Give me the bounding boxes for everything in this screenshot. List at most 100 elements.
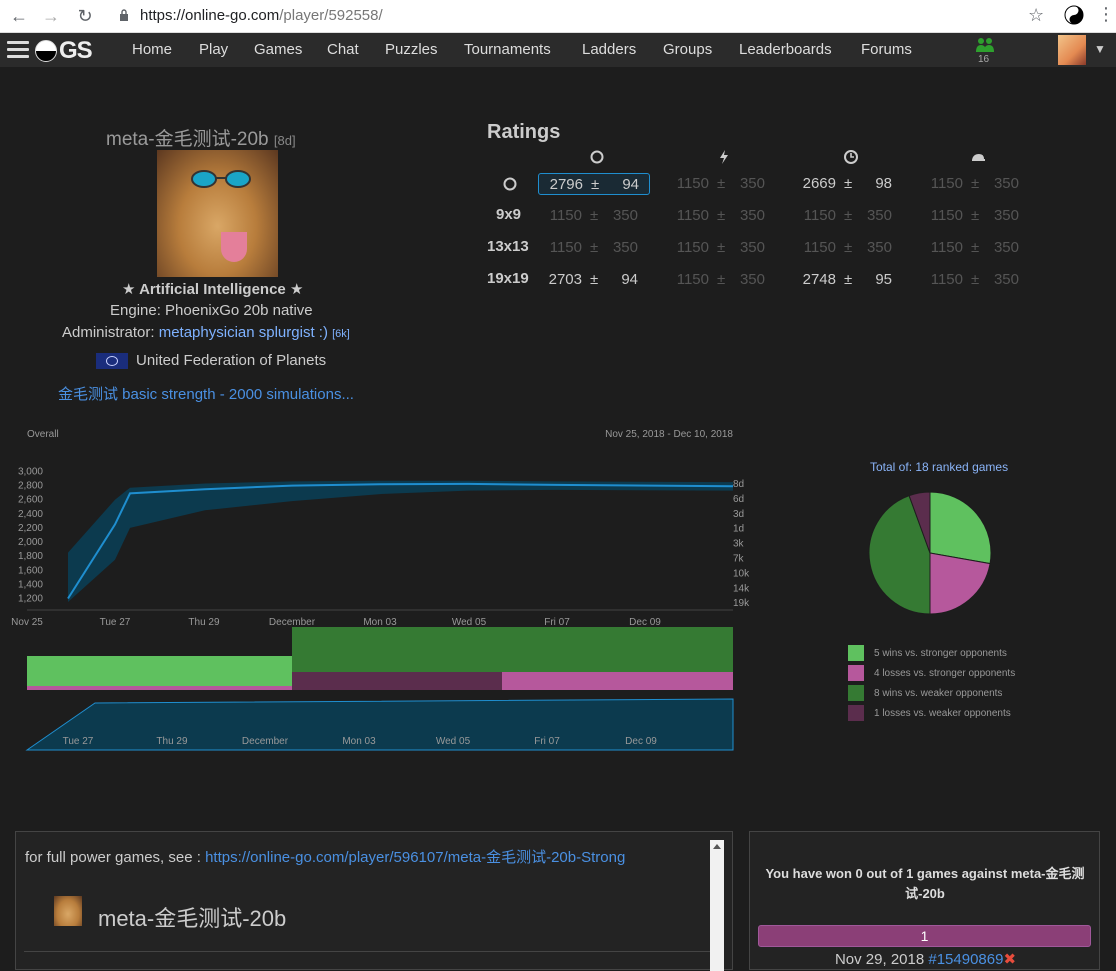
blitz-icon <box>720 150 728 164</box>
rating-cell[interactable]: 1150 ±350 <box>665 269 777 291</box>
plus-minus: ± <box>717 271 726 288</box>
nav-leaderboards[interactable]: Leaderboards <box>739 41 832 58</box>
administrator-info: Administrator: metaphysician splurgist :… <box>62 324 350 341</box>
x-tick-label: Thu 29 <box>188 617 220 628</box>
hamburger-menu-icon[interactable] <box>7 41 29 59</box>
losses-stronger-bar <box>27 686 292 690</box>
about-player-name: meta-金毛测试-20b <box>98 906 287 931</box>
plus-minus: ± <box>844 175 853 192</box>
chart-title: Overall <box>27 429 59 440</box>
rating-value: 2703 <box>548 271 582 288</box>
rating-cell[interactable]: 1150 ±350 <box>792 237 904 259</box>
chart-date-range: Nov 25, 2018 - Dec 10, 2018 <box>605 429 733 440</box>
rating-cell[interactable]: 1150 ±350 <box>665 237 777 259</box>
timeline-tick-label: December <box>242 736 289 747</box>
rating-cell[interactable]: 1150 ±350 <box>919 205 1031 227</box>
y-tick-label: 1,600 <box>18 565 43 576</box>
legend-swatch <box>848 705 864 721</box>
rating-value: 2748 <box>802 271 836 288</box>
nav-groups[interactable]: Groups <box>663 41 712 58</box>
losses-weaker-bar <box>292 672 502 690</box>
head-to-head-panel: You have won 0 out of 1 games against me… <box>749 831 1100 970</box>
y-tick-label: 3,000 <box>18 467 43 478</box>
ai-badge: ★ Artificial Intelligence ★ <box>122 281 304 298</box>
plus-minus: ± <box>971 271 980 288</box>
browser-menu-icon[interactable]: ⋮ <box>1097 4 1115 25</box>
user-avatar[interactable] <box>1058 35 1086 65</box>
rating-value: 2796 <box>549 176 583 193</box>
nav-ladders[interactable]: Ladders <box>582 41 636 58</box>
timeline-tick-label: Mon 03 <box>342 736 376 747</box>
rating-value: 1150 <box>549 239 582 256</box>
back-icon[interactable]: ← <box>8 5 30 27</box>
plus-minus: ± <box>590 207 599 224</box>
plus-minus: ± <box>844 239 853 256</box>
game-link[interactable]: #15490869 <box>928 951 1003 968</box>
dog-tongue <box>221 232 247 262</box>
nav-play[interactable]: Play <box>199 41 228 58</box>
rating-cell[interactable]: 1150 ±350 <box>919 237 1031 259</box>
rating-deviation: 98 <box>875 175 892 192</box>
forward-icon[interactable]: → <box>40 5 62 27</box>
friends-icon[interactable] <box>975 37 995 53</box>
rating-cell[interactable]: 1150 ±350 <box>538 205 650 227</box>
rating-value: 2669 <box>802 175 836 192</box>
rating-cell[interactable]: 2796 ±94 <box>538 173 650 195</box>
live-icon <box>844 150 858 164</box>
rating-deviation: 94 <box>622 176 639 193</box>
rating-cell[interactable]: 2669 ±98 <box>792 173 904 195</box>
scrollbar[interactable] <box>710 840 724 971</box>
rating-deviation: 350 <box>739 271 765 288</box>
rating-deviation: 350 <box>739 207 765 224</box>
chevron-down-icon[interactable]: ▼ <box>1094 42 1106 56</box>
friends-count: 16 <box>978 54 990 65</box>
nav-tournaments[interactable]: Tournaments <box>464 41 551 58</box>
rating-cell[interactable]: 1150 ±350 <box>919 269 1031 291</box>
rank-tick-label: 3d <box>733 509 744 520</box>
y-tick-label: 1,800 <box>18 551 43 562</box>
yin-yang-extension-icon[interactable] <box>1064 5 1084 25</box>
nav-puzzles[interactable]: Puzzles <box>385 41 438 58</box>
rating-cell[interactable]: 1150 ±350 <box>665 205 777 227</box>
rating-deviation: 350 <box>739 239 765 256</box>
admin-link[interactable]: metaphysician splurgist :) <box>159 324 328 341</box>
nav-forums[interactable]: Forums <box>861 41 912 58</box>
rating-deviation: 350 <box>612 239 638 256</box>
rating-value: 1150 <box>930 239 963 256</box>
rank-tick-label: 1d <box>733 524 744 535</box>
rating-cell[interactable]: 1150 ±350 <box>665 173 777 195</box>
nav-games[interactable]: Games <box>254 41 302 58</box>
bookmark-star-icon[interactable]: ☆ <box>1028 5 1044 26</box>
timeline-tick-label: Dec 09 <box>625 736 657 747</box>
ogs-logo-icon[interactable] <box>35 40 57 62</box>
about-link[interactable]: 金毛测试 basic strength - 2000 simulations..… <box>58 383 354 404</box>
rating-value: 1150 <box>930 271 963 288</box>
scroll-up-icon[interactable] <box>713 844 721 849</box>
nav-home[interactable]: Home <box>132 41 172 58</box>
overall-icon <box>590 150 604 164</box>
reload-icon[interactable]: ↻ <box>74 5 96 27</box>
losses-stronger-bar-2 <box>502 672 733 690</box>
rank-tick-label: 19k <box>733 598 750 609</box>
rating-cell[interactable]: 2703 ±94 <box>538 269 650 291</box>
engine-info: Engine: PhoenixGo 20b native <box>110 302 313 319</box>
y-tick-label: 2,400 <box>18 509 43 520</box>
plus-minus: ± <box>590 239 599 256</box>
rating-deviation: 350 <box>993 239 1019 256</box>
legend-label: 8 wins vs. weaker opponents <box>874 688 1003 699</box>
country-name: United Federation of Planets <box>136 352 327 369</box>
ogs-logo-text[interactable]: GS <box>59 37 93 65</box>
nav-chat[interactable]: Chat <box>327 41 359 58</box>
lock-icon <box>120 9 128 21</box>
rating-cell[interactable]: 1150 ±350 <box>538 237 650 259</box>
rating-cell[interactable]: 2748 ±95 <box>792 269 904 291</box>
plus-minus: ± <box>717 175 726 192</box>
rank-tick-label: 10k <box>733 568 750 579</box>
timeline-tick-label: Wed 05 <box>436 736 471 747</box>
rating-cell[interactable]: 1150 ±350 <box>792 205 904 227</box>
rating-row-label: 9x9 <box>496 206 522 223</box>
address-bar[interactable]: https://online-go.com/player/592558/ <box>140 7 383 24</box>
full-power-link[interactable]: https://online-go.com/player/596107/meta… <box>205 849 625 866</box>
rating-cell[interactable]: 1150 ±350 <box>919 173 1031 195</box>
plus-minus: ± <box>590 271 599 288</box>
